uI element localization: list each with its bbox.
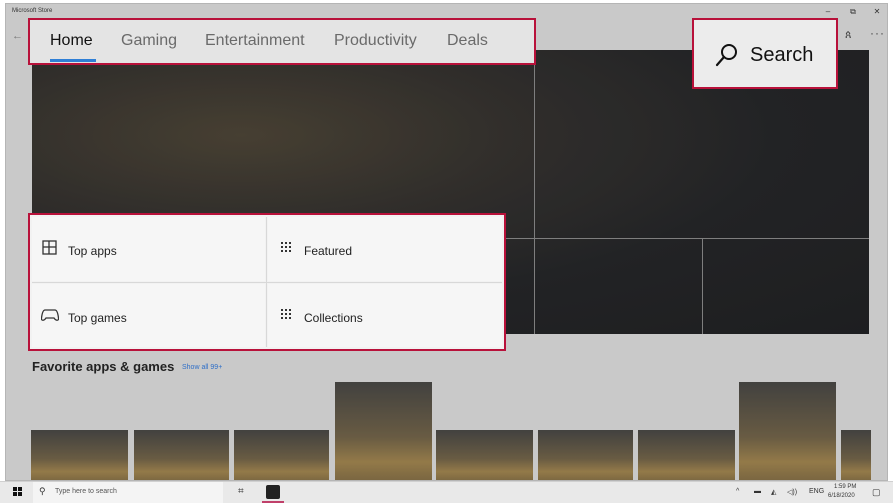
tab-productivity[interactable]: Productivity	[334, 32, 417, 50]
app-tile[interactable]	[841, 430, 871, 480]
category-label: Featured	[304, 244, 353, 258]
hero-divider	[504, 238, 869, 239]
language-indicator[interactable]: ENG	[809, 488, 824, 495]
category-label: Top games	[68, 311, 127, 325]
hero-divider	[534, 50, 535, 334]
app-tile[interactable]	[134, 430, 229, 480]
taskbar-search-placeholder: Type here to search	[55, 488, 117, 495]
tab-entertainment[interactable]: Entertainment	[205, 32, 305, 50]
windows-start-icon[interactable]	[13, 487, 23, 497]
restore-button[interactable]: ⧉	[846, 7, 860, 17]
taskbar: ⚲ Type here to search ⌗ ^ ▬ ◭ ◁)) ENG 1:…	[0, 481, 893, 503]
task-view-icon[interactable]: ⌗	[238, 486, 244, 497]
tab-gaming[interactable]: Gaming	[121, 32, 177, 50]
gamepad-icon	[41, 309, 59, 321]
nav-tabs: Home Gaming Entertainment Productivity D…	[28, 18, 536, 65]
minimize-button[interactable]: –	[821, 7, 835, 16]
app-tile[interactable]	[739, 382, 836, 480]
network-icon[interactable]: ◭	[771, 488, 776, 496]
volume-icon[interactable]: ◁))	[787, 488, 797, 496]
category-label: Collections	[304, 311, 363, 325]
store-window: Microsoft Store – ⧉ ✕ ← Home Gaming Ente…	[5, 3, 888, 481]
clock-date[interactable]: 6/18/2020	[828, 493, 855, 499]
battery-icon[interactable]: ▬	[754, 488, 761, 495]
notification-icon[interactable]: ▢	[872, 487, 881, 498]
grid-apps-icon	[42, 240, 57, 255]
clock-time[interactable]: 1:59 PM	[834, 484, 856, 490]
app-tile[interactable]	[31, 430, 128, 480]
close-button[interactable]: ✕	[870, 7, 884, 16]
tray-chevron-icon[interactable]: ^	[736, 488, 739, 495]
back-arrow-icon[interactable]: ←	[12, 30, 23, 42]
divider	[32, 282, 502, 283]
dots-grid-icon	[281, 309, 291, 319]
account-icon[interactable]: ጰ	[845, 29, 852, 42]
app-tile[interactable]	[234, 430, 329, 480]
category-featured[interactable]: Featured	[268, 217, 502, 281]
store-app-icon[interactable]	[266, 485, 280, 499]
favorites-heading: Favorite apps & games	[32, 359, 175, 374]
category-top-games[interactable]: Top games	[32, 284, 265, 347]
category-top-apps[interactable]: Top apps	[32, 217, 265, 281]
app-tile[interactable]	[436, 430, 533, 480]
app-tile[interactable]	[335, 382, 432, 480]
tab-deals[interactable]: Deals	[447, 32, 488, 50]
category-label: Top apps	[68, 244, 117, 258]
category-collections[interactable]: Collections	[268, 284, 502, 347]
app-tile[interactable]	[638, 430, 735, 480]
hero-divider	[702, 238, 703, 334]
active-tab-indicator	[50, 59, 96, 62]
dots-grid-icon	[281, 242, 291, 252]
category-panel: Top apps Featured Top games Collections	[28, 213, 506, 351]
taskbar-search-box[interactable]: ⚲ Type here to search	[33, 482, 223, 503]
search-icon: ⚲	[39, 486, 46, 496]
search-button[interactable]: Search	[692, 18, 838, 89]
search-icon	[715, 44, 737, 67]
app-title: Microsoft Store	[12, 8, 53, 14]
tab-home[interactable]: Home	[50, 32, 93, 50]
show-all-link[interactable]: Show all 99+	[182, 364, 222, 371]
search-label: Search	[750, 44, 814, 66]
app-tile[interactable]	[538, 430, 633, 480]
more-options-icon[interactable]: ···	[870, 26, 885, 40]
